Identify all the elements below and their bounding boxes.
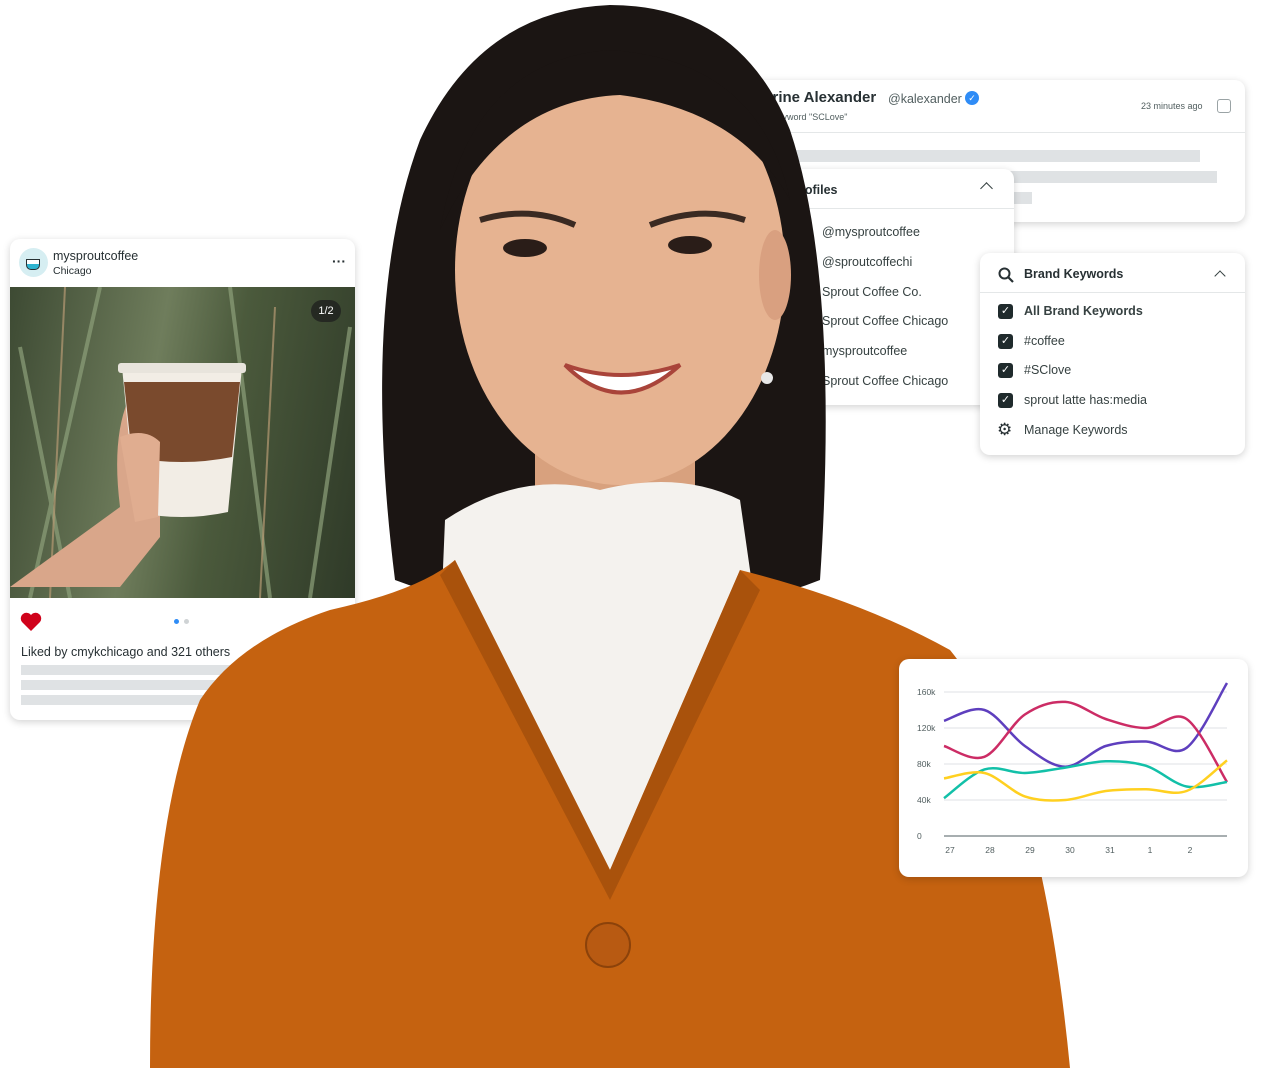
keyword-label: #coffee — [1024, 334, 1065, 348]
keyword-label: All Brand Keywords — [1024, 304, 1143, 318]
x-tick-label: 28 — [985, 845, 995, 855]
series-line — [943, 759, 1228, 802]
line-chart-card: 0 40k 80k 120k 160k 27 28 29 30 31 1 2 — [899, 659, 1248, 877]
x-tick-label: 30 — [1065, 845, 1075, 855]
keywords-title: Brand Keywords — [1024, 267, 1124, 281]
line-chart: 0 40k 80k 120k 160k 27 28 29 30 31 1 2 — [917, 682, 1229, 855]
y-tick-label: 80k — [917, 759, 931, 769]
chevron-up-icon[interactable] — [1214, 270, 1226, 282]
x-tick-label: 31 — [1105, 845, 1115, 855]
y-tick-label: 0 — [917, 831, 922, 841]
y-tick-label: 40k — [917, 795, 931, 805]
y-tick-label: 160k — [917, 687, 936, 697]
series-line — [943, 682, 1229, 768]
checkbox-checked[interactable]: ✓ — [998, 393, 1013, 408]
x-tick-label: 2 — [1188, 845, 1193, 855]
search-icon — [998, 267, 1014, 283]
x-tick-label: 1 — [1148, 845, 1153, 855]
person-photo — [150, 5, 1070, 1068]
gear-icon: ⚙ — [997, 420, 1013, 439]
checkbox-checked[interactable]: ✓ — [998, 304, 1013, 319]
x-tick-label: 27 — [945, 845, 955, 855]
manage-keywords-label: Manage Keywords — [1024, 423, 1128, 437]
divider — [980, 292, 1245, 293]
brand-keywords-dropdown: Brand Keywords ✓ All Brand Keywords ✓ #cof… — [980, 253, 1245, 455]
x-tick-label: 29 — [1025, 845, 1035, 855]
checkbox-checked[interactable]: ✓ — [998, 363, 1013, 378]
checkbox-checked[interactable]: ✓ — [998, 334, 1013, 349]
y-tick-label: 120k — [917, 723, 936, 733]
keyword-label: sprout latte has:media — [1024, 393, 1147, 407]
keyword-label: #SClove — [1024, 363, 1072, 377]
